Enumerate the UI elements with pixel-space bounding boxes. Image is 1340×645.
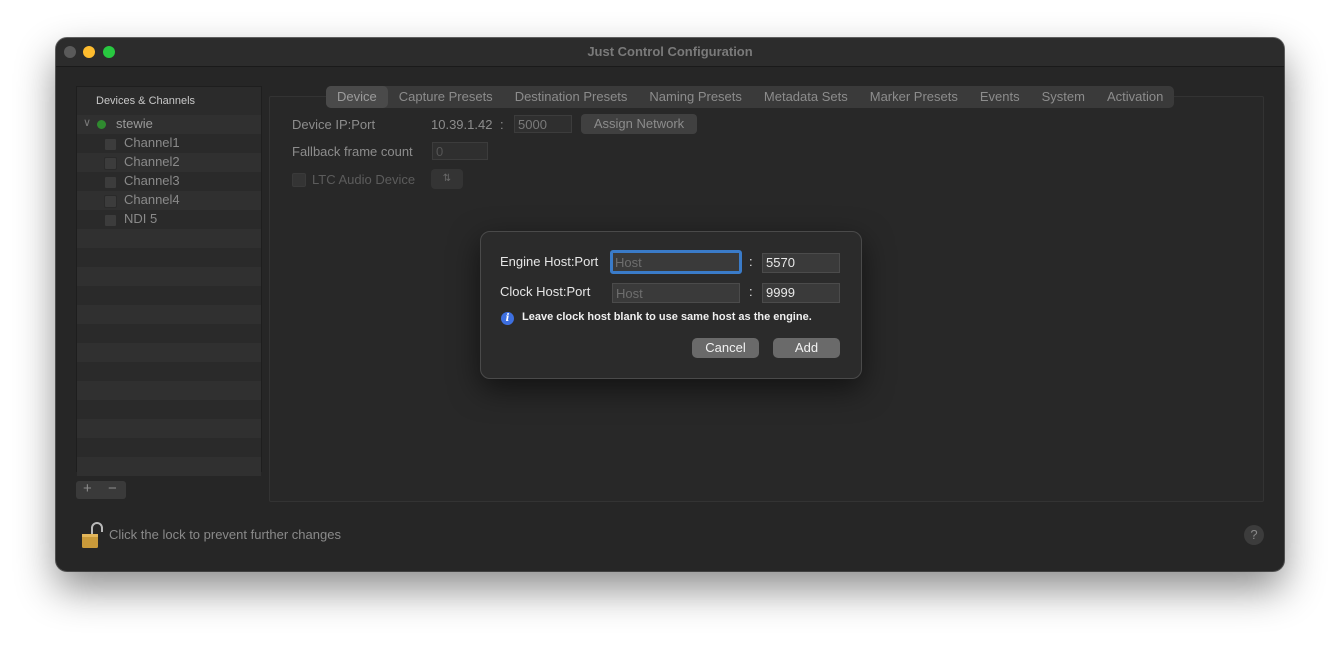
empty-row [77, 362, 261, 381]
device-ip-value: 10.39.1.42 [431, 117, 493, 132]
sidebar-item-channel1[interactable]: Channel1 [77, 134, 261, 153]
config-window: Just Control Configuration Devices & Cha… [56, 38, 1284, 571]
channel2-checkbox[interactable] [104, 157, 117, 170]
tab-destination-presets[interactable]: Destination Presets [504, 86, 639, 108]
channel1-checkbox[interactable] [104, 138, 117, 151]
tab-metadata-sets[interactable]: Metadata Sets [753, 86, 859, 108]
add-engine-dialog: Engine Host:Port : 5570 Clock Host:Port … [480, 231, 862, 379]
ndi5-checkbox[interactable] [104, 214, 117, 227]
device-status-icon [97, 120, 106, 129]
ltc-audio-device-label: LTC Audio Device [312, 172, 416, 187]
tab-capture-presets[interactable]: Capture Presets [388, 86, 504, 108]
info-message: Leave clock host blank to use same host … [522, 311, 812, 323]
engine-host-port-label: Engine Host:Port [500, 254, 599, 269]
tab-naming-presets[interactable]: Naming Presets [638, 86, 752, 108]
fallback-frame-count-label: Fallback frame count [292, 144, 413, 159]
empty-row [77, 343, 261, 362]
tab-marker-presets[interactable]: Marker Presets [859, 86, 969, 108]
info-icon: i [501, 312, 514, 325]
empty-row [77, 305, 261, 324]
window-title: Just Control Configuration [587, 44, 753, 59]
empty-row [77, 381, 261, 400]
channel3-checkbox[interactable] [104, 176, 117, 189]
updown-chevron-icon: ⇅ [442, 173, 452, 184]
chevron-down-icon[interactable]: ∨ [83, 116, 91, 129]
fallback-frame-count-field[interactable]: 0 [432, 142, 488, 160]
help-button[interactable]: ? [1244, 525, 1264, 545]
devices-channels-list: Devices & Channels ∨ stewie Channel1 Cha… [76, 86, 262, 476]
tab-device[interactable]: Device [326, 86, 388, 108]
empty-row [77, 438, 261, 457]
engine-colon: : [749, 254, 753, 269]
tab-system[interactable]: System [1031, 86, 1096, 108]
tab-activation[interactable]: Activation [1096, 86, 1174, 108]
empty-row [77, 286, 261, 305]
empty-row [77, 324, 261, 343]
device-name: stewie [116, 116, 153, 131]
ndi5-label: NDI 5 [124, 211, 158, 226]
tab-bar: Device Capture Presets Destination Prese… [326, 86, 1175, 108]
sidebar-item-channel2[interactable]: Channel2 [77, 153, 261, 172]
sidebar-item-channel3[interactable]: Channel3 [77, 172, 261, 191]
empty-row [77, 229, 261, 248]
sidebar-item-ndi5[interactable]: NDI 5 [77, 210, 261, 229]
empty-row [77, 457, 261, 476]
remove-device-button[interactable]: − [108, 480, 117, 497]
sidebar-item-channel4[interactable]: Channel4 [77, 191, 261, 210]
empty-row [77, 419, 261, 438]
empty-row [77, 248, 261, 267]
channel1-label: Channel1 [124, 135, 180, 150]
engine-port-input[interactable]: 5570 [762, 253, 840, 273]
channel2-label: Channel2 [124, 154, 180, 169]
clock-port-input[interactable]: 9999 [762, 283, 840, 303]
ltc-audio-device-checkbox[interactable] [292, 173, 306, 187]
empty-row [77, 400, 261, 419]
clock-host-input[interactable] [612, 283, 740, 303]
device-ip-port-label: Device IP:Port [292, 117, 376, 132]
clock-colon: : [749, 284, 753, 299]
engine-host-input[interactable] [610, 250, 742, 274]
lock-icon[interactable] [81, 522, 103, 550]
empty-row [77, 267, 261, 286]
clock-host-port-label: Clock Host:Port [500, 284, 591, 299]
ltc-device-popup[interactable]: ⇅ [431, 169, 463, 189]
add-device-button[interactable]: + [83, 480, 92, 497]
cancel-button[interactable]: Cancel [692, 338, 759, 358]
sidebar-header: Devices & Channels [96, 95, 196, 107]
channel3-label: Channel3 [124, 173, 180, 188]
assign-network-button[interactable]: Assign Network [581, 114, 697, 134]
lock-hint-text: Click the lock to prevent further change… [109, 527, 341, 542]
add-button[interactable]: Add [773, 338, 840, 358]
channel4-label: Channel4 [124, 192, 180, 207]
sidebar-item-device[interactable]: ∨ stewie [77, 115, 261, 134]
title-bar: Just Control Configuration [56, 38, 1284, 67]
channel4-checkbox[interactable] [104, 195, 117, 208]
ip-port-colon: : [500, 117, 504, 132]
device-port-field[interactable]: 5000 [514, 115, 572, 133]
add-remove-control: + − [76, 480, 126, 499]
tab-events[interactable]: Events [969, 86, 1031, 108]
